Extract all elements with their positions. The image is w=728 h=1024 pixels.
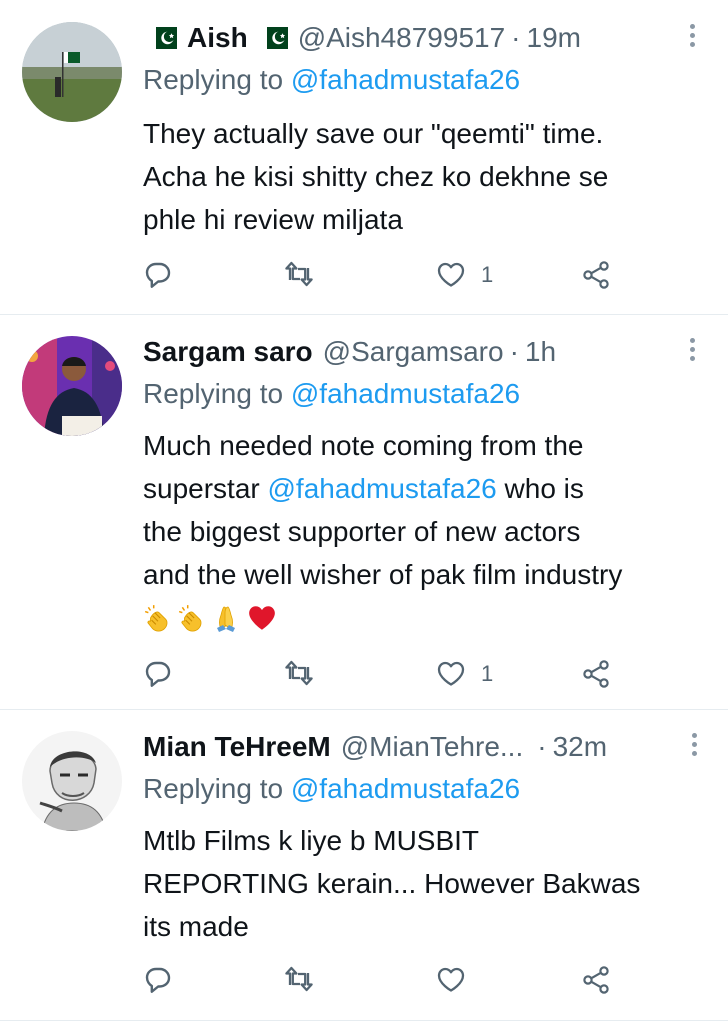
avatar[interactable]	[22, 731, 122, 831]
tweet-text-line: Acha he kisi shitty chez ko dekhne se	[143, 161, 609, 192]
reply-button[interactable]	[143, 255, 175, 295]
divider	[0, 1020, 728, 1021]
clapping-hands-emoji	[144, 603, 168, 632]
tweet-text-line: its made	[143, 911, 249, 942]
tweet-header: Aish @Aish48799517 · 19m	[143, 18, 581, 58]
share-icon	[583, 660, 609, 688]
clapping-hands-emoji	[178, 603, 202, 632]
tweet-text-line: They actually save our "qeemti" time.	[143, 118, 604, 149]
share-button[interactable]	[580, 960, 612, 1000]
separator: ·	[511, 22, 521, 53]
retweet-icon	[285, 966, 313, 992]
share-button[interactable]	[580, 255, 612, 295]
replying-to-label: Replying to	[143, 773, 284, 804]
replying-to-label: Replying to	[143, 378, 284, 409]
tweet-aish[interactable]: Aish @Aish48799517 · 19m Replying to @fa…	[0, 18, 728, 308]
tweet-sargam-saro[interactable]: Sargam saro @Sargamsaro · 1h Replying to…	[0, 332, 728, 702]
text-fragment: superstar	[143, 473, 268, 504]
tweet-text-line: and the well wisher of pak film industry	[143, 559, 623, 590]
tweet-header: Mian TeHreeM @MianTehre... · 32m	[143, 727, 607, 767]
retweet-button[interactable]	[283, 654, 315, 694]
reply-icon	[145, 967, 171, 993]
reply-mention-link[interactable]: @fahadmustafa26	[291, 773, 520, 804]
display-name[interactable]: Sargam saro	[143, 336, 313, 368]
avatar[interactable]	[22, 22, 122, 122]
tweet-text: Much needed note coming from the superst…	[143, 424, 713, 639]
tweet-text-line: superstar @fahadmustafa26 who is	[143, 467, 713, 510]
retweet-button[interactable]	[283, 960, 315, 1000]
display-name[interactable]: Aish	[187, 22, 248, 54]
reply-button[interactable]	[143, 960, 175, 1000]
tweet-actions	[143, 960, 643, 1000]
tweet-text-line: Much needed note coming from the	[143, 430, 584, 461]
reply-icon	[145, 262, 171, 288]
divider	[0, 709, 728, 710]
user-handle[interactable]: @Aish48799517	[298, 22, 505, 54]
tweet-text-line: phle hi review miljata	[143, 204, 403, 235]
retweet-icon	[285, 261, 313, 287]
tweet-text-line: the biggest supporter of new actors	[143, 516, 581, 547]
tweet-text-line: REPORTING kerain... However Bakwas	[143, 868, 641, 899]
share-button[interactable]	[580, 654, 612, 694]
emoji-row	[143, 596, 713, 639]
like-count: 1	[481, 262, 494, 287]
mention-link[interactable]: @fahadmustafa26	[268, 473, 497, 504]
avatar[interactable]	[22, 336, 122, 436]
more-options-icon[interactable]	[690, 24, 696, 51]
tweet-actions: 1	[143, 654, 643, 694]
reply-mention-link[interactable]: @fahadmustafa26	[291, 378, 520, 409]
pakistan-flag-icon	[259, 27, 288, 49]
user-handle[interactable]: @MianTehre...	[341, 731, 524, 763]
timestamp[interactable]: 19m	[527, 22, 581, 54]
red-heart-emoji	[249, 605, 275, 630]
timestamp[interactable]: 1h	[525, 336, 556, 368]
share-icon	[583, 966, 609, 994]
tweet-header: Sargam saro @Sargamsaro · 1h	[143, 332, 556, 372]
replying-to: Replying to @fahadmustafa26	[143, 64, 520, 96]
reply-icon	[145, 661, 171, 687]
retweet-icon	[285, 660, 313, 686]
tweet-text: They actually save our "qeemti" time. Ac…	[143, 112, 713, 241]
tweet-mian-tehreem[interactable]: Mian TeHreeM @MianTehre... · 32m Replyin…	[0, 727, 728, 1017]
like-count: 1	[481, 661, 494, 686]
divider	[0, 314, 728, 315]
heart-icon	[437, 262, 465, 287]
more-options-icon[interactable]	[690, 338, 696, 365]
heart-icon	[437, 967, 465, 992]
separator: ·	[509, 336, 519, 367]
tweet-text-line: Mtlb Films k liye b MUSBIT	[143, 825, 480, 856]
reply-mention-link[interactable]: @fahadmustafa26	[291, 64, 520, 95]
pakistan-flag-icon	[149, 27, 177, 49]
like-button[interactable]: 1	[435, 255, 493, 295]
replying-to: Replying to @fahadmustafa26	[143, 773, 520, 805]
like-button[interactable]	[435, 960, 481, 1000]
folded-hands-emoji	[216, 606, 236, 632]
display-name[interactable]: Mian TeHreeM	[143, 731, 331, 763]
tweet-text: Mtlb Films k liye b MUSBIT REPORTING ker…	[143, 819, 713, 948]
heart-icon	[437, 661, 465, 686]
like-button[interactable]: 1	[435, 654, 493, 694]
text-fragment: who is	[496, 473, 584, 504]
replying-to-label: Replying to	[143, 64, 284, 95]
tweet-actions: 1	[143, 255, 643, 295]
separator: ·	[537, 731, 547, 762]
reply-button[interactable]	[143, 654, 175, 694]
timestamp[interactable]: 32m	[553, 731, 607, 763]
replying-to: Replying to @fahadmustafa26	[143, 378, 520, 410]
retweet-button[interactable]	[283, 255, 315, 295]
share-icon	[583, 261, 609, 289]
more-options-icon[interactable]	[692, 733, 698, 760]
user-handle[interactable]: @Sargamsaro	[323, 336, 504, 368]
